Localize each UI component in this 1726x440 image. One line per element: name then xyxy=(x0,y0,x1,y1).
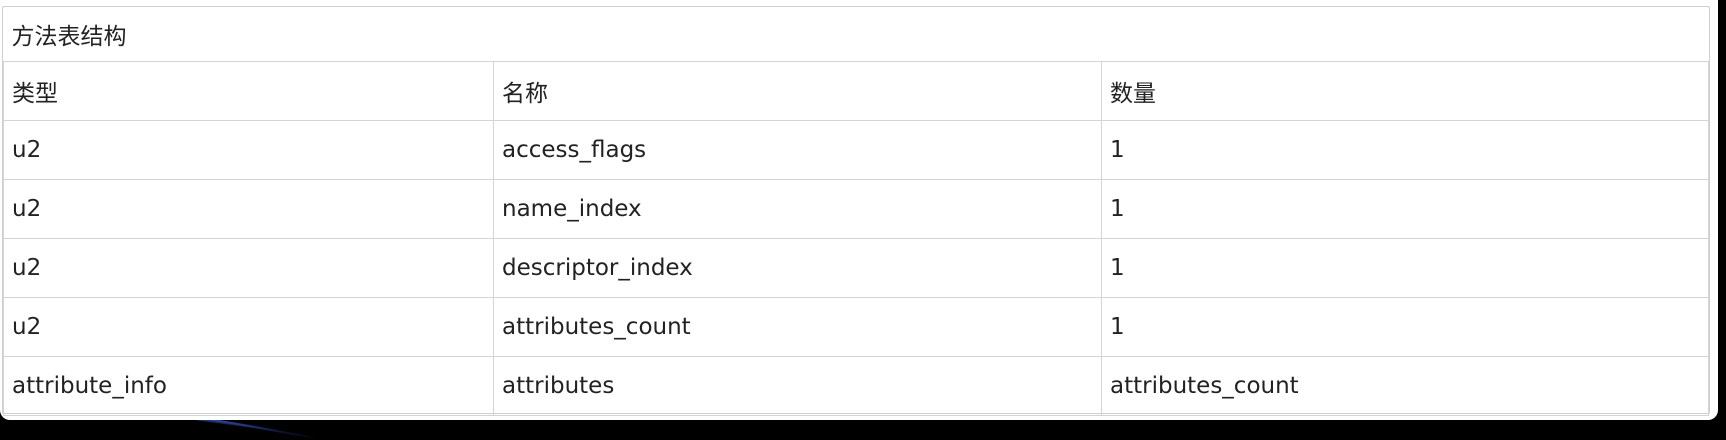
table-panel: 方法表结构 类型 名称 数量 u2 access_flags 1 u2 name… xyxy=(0,0,1718,420)
cell-type: attribute_info xyxy=(3,356,494,416)
cell-type: u2 xyxy=(3,297,494,357)
cell-type: u2 xyxy=(3,238,494,298)
table-row: u2 access_flags 1 xyxy=(3,120,1709,180)
cell-type: u2 xyxy=(3,120,494,180)
cell-count: 1 xyxy=(1101,120,1709,180)
cell-count: 1 xyxy=(1101,297,1709,357)
cell-count: 1 xyxy=(1101,179,1709,239)
cell-name: access_flags xyxy=(493,120,1102,180)
table-row: u2 name_index 1 xyxy=(3,179,1709,239)
header-name: 名称 xyxy=(493,61,1102,121)
cell-name: name_index xyxy=(493,179,1102,239)
header-row: 类型 名称 数量 xyxy=(3,61,1709,121)
header-type: 类型 xyxy=(3,61,494,121)
method-table-container: 方法表结构 类型 名称 数量 u2 access_flags 1 u2 name… xyxy=(2,6,1710,416)
cell-count: attributes_count xyxy=(1101,356,1709,416)
cell-name: descriptor_index xyxy=(493,238,1102,298)
cell-name: attributes xyxy=(493,356,1102,416)
cell-name: attributes_count xyxy=(493,297,1102,357)
table-row: u2 descriptor_index 1 xyxy=(3,238,1709,298)
header-count: 数量 xyxy=(1101,61,1709,121)
table-title-row: 方法表结构 xyxy=(3,7,1709,62)
cell-count: 1 xyxy=(1101,238,1709,298)
table-row: attribute_info attributes attributes_cou… xyxy=(3,356,1709,416)
cell-type: u2 xyxy=(3,179,494,239)
table-row: u2 attributes_count 1 xyxy=(3,297,1709,357)
table-title: 方法表结构 xyxy=(3,7,1709,62)
method-table: 方法表结构 类型 名称 数量 u2 access_flags 1 u2 name… xyxy=(3,7,1709,416)
